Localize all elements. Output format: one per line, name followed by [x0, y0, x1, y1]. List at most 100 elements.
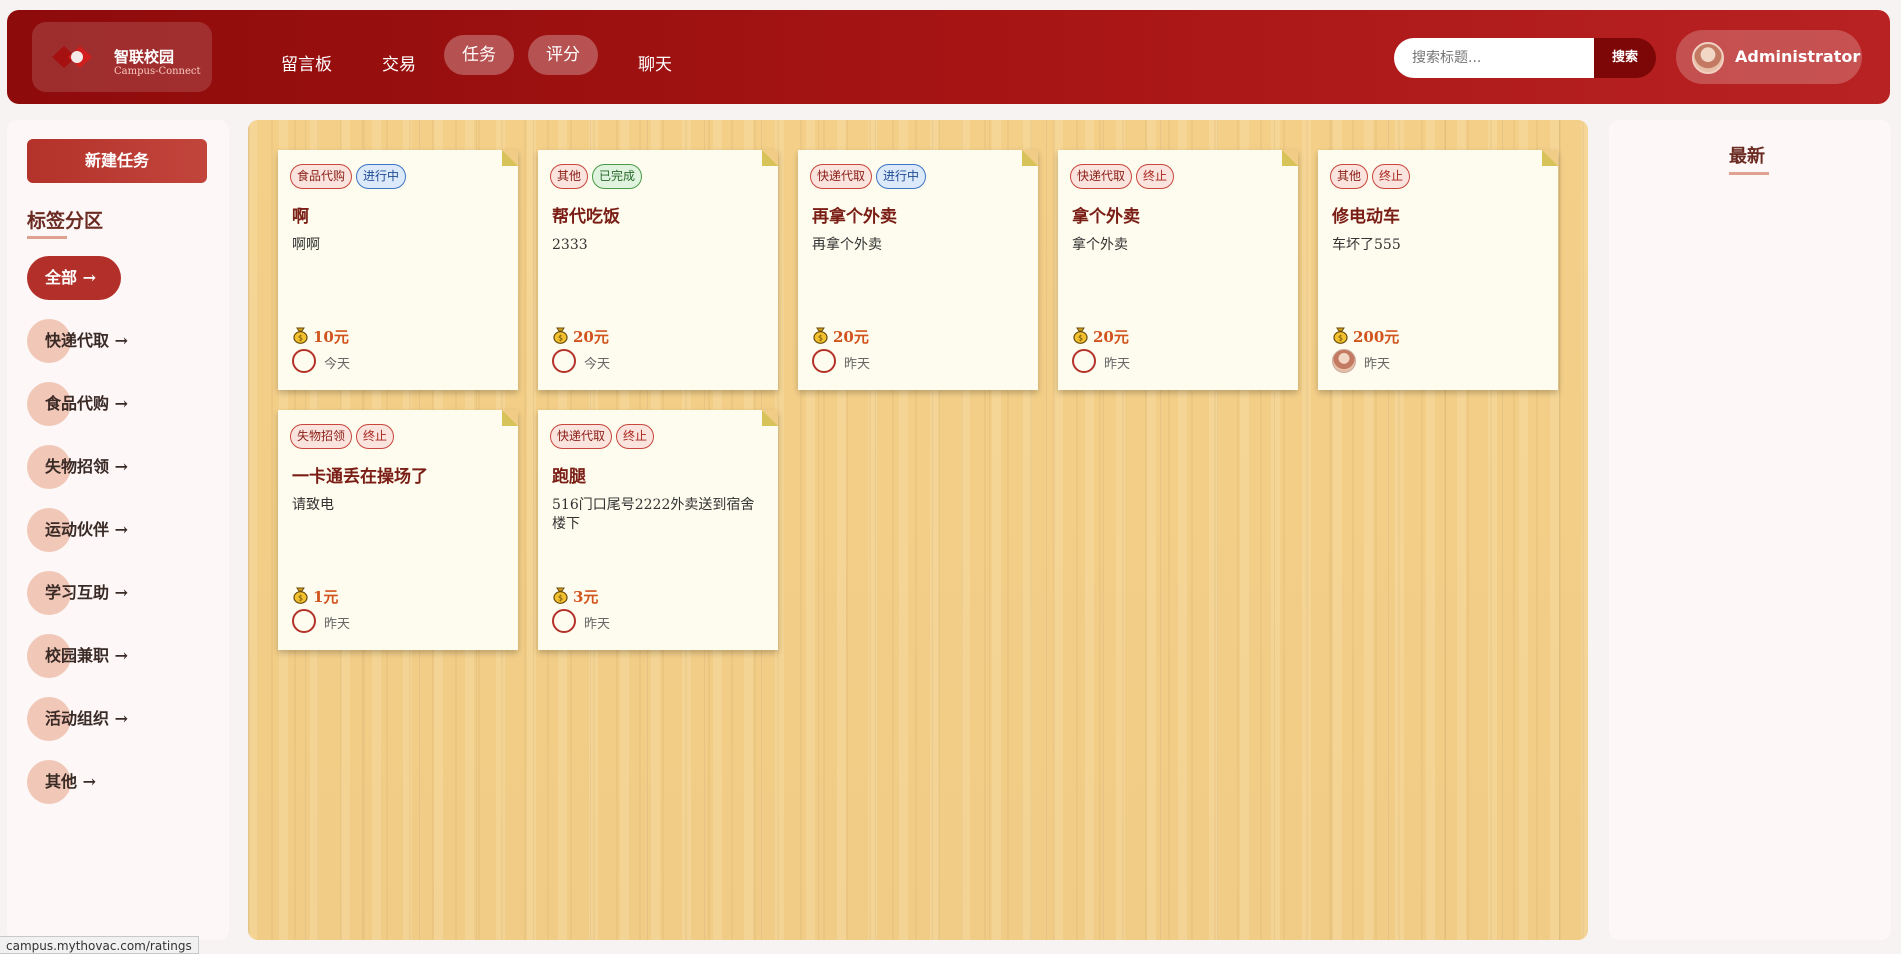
avatar[interactable]: [552, 349, 576, 373]
note-corner: [502, 410, 518, 426]
category-chip: 失物招领: [290, 424, 353, 449]
search-input[interactable]: [1394, 38, 1594, 78]
latest-title-underline: [1729, 172, 1769, 175]
task-description: 2333: [552, 237, 588, 253]
money-bag-icon: $: [1333, 327, 1348, 344]
task-board: 食品代购 进行中啊啊啊 $10元 今天 其他 已完成 帮代吃饭 2333 $20元 今天 快递代取进…: [248, 120, 1588, 940]
tag-label: 活动组织 →: [45, 709, 128, 728]
task-description: 车坏了555: [1332, 237, 1401, 253]
tag-label: 学习互助 →: [45, 583, 128, 602]
status-chip: 终止: [356, 424, 395, 449]
note-corner: [762, 410, 778, 426]
task-title: 修电动车: [1332, 207, 1400, 227]
logo-title: 智联校园: [114, 48, 175, 66]
sidebar: 新建任务 标签分区 全部 → 快递代取 → 食品代购 → 失物招领 → 运动伙伴…: [7, 120, 229, 940]
task-card[interactable]: 快递代取 进行中 再拿个外卖 再拿个外卖 $20元 昨天: [798, 150, 1038, 390]
money-bag-icon: $: [293, 587, 308, 604]
task-title: 再拿个外卖: [812, 207, 897, 227]
svg-text:$: $: [558, 334, 563, 343]
latest-title: 最新: [1729, 146, 1765, 167]
tag-sports[interactable]: 运动伙伴 →: [27, 508, 128, 552]
avatar[interactable]: [292, 609, 316, 633]
task-time: 今天: [324, 357, 351, 372]
task-title: 拿个外卖: [1072, 207, 1140, 227]
user-menu[interactable]: Administrator: [1676, 30, 1862, 84]
tag-study[interactable]: 学习互助 →: [27, 571, 128, 615]
category-chip: 食品代购: [290, 164, 353, 189]
search-button[interactable]: 搜索: [1594, 38, 1656, 78]
tag-part-time[interactable]: 校园兼职 →: [27, 634, 128, 678]
tag-other[interactable]: 其他 →: [27, 760, 96, 804]
tag-food[interactable]: 食品代购 →: [27, 382, 128, 426]
avatar[interactable]: [812, 349, 836, 373]
avatar[interactable]: [1072, 349, 1096, 373]
task-time: 今天: [584, 357, 611, 372]
logo-icon: [52, 46, 92, 68]
task-reward: 20元: [573, 328, 609, 346]
category-chip: 快递代取: [1070, 164, 1133, 189]
category-chip: 其他: [1330, 164, 1369, 189]
note-corner: [502, 150, 518, 166]
task-card[interactable]: 其他 已完成 帮代吃饭 2333 $20元 今天: [538, 150, 778, 390]
task-title: 啊: [292, 207, 309, 227]
nav-chat[interactable]: 聊天: [620, 45, 690, 85]
category-chip: 其他: [550, 164, 589, 189]
task-description: 516门口尾号2222外卖送到宿舍楼下: [552, 497, 755, 532]
svg-text:$: $: [298, 334, 303, 343]
task-time: 昨天: [1104, 357, 1131, 372]
avatar[interactable]: [292, 349, 316, 373]
nav-ratings[interactable]: 评分: [528, 35, 598, 75]
status-url: campus.mythovac.com/ratings: [0, 936, 199, 954]
tag-label: 校园兼职 →: [45, 646, 128, 665]
note-corner: [1282, 150, 1298, 166]
nav-trade[interactable]: 交易: [364, 45, 434, 85]
task-title: 一卡通丢在操场了: [292, 467, 428, 487]
task-description: 再拿个外卖: [812, 237, 882, 253]
status-chip: 进行中: [876, 164, 927, 189]
note-corner: [1022, 150, 1038, 166]
task-time: 昨天: [1364, 357, 1391, 372]
new-task-button[interactable]: 新建任务: [27, 139, 207, 183]
status-chip: 终止: [1372, 164, 1411, 189]
sidebar-title: 标签分区: [27, 210, 104, 232]
nav-message-board[interactable]: 留言板: [263, 45, 350, 85]
tag-label: 其他 →: [45, 772, 96, 791]
avatar: [1692, 42, 1724, 74]
category-chip: 快递代取: [550, 424, 613, 449]
category-chip: 快递代取: [810, 164, 873, 189]
task-reward: 1元: [313, 588, 339, 606]
tag-lost-found[interactable]: 失物招领 →: [27, 445, 128, 489]
status-chip: 终止: [616, 424, 655, 449]
task-time: 昨天: [844, 357, 871, 372]
money-bag-icon: $: [1073, 327, 1088, 344]
task-title: 帮代吃饭: [552, 207, 620, 227]
task-card[interactable]: 食品代购 进行中啊啊啊 $10元 今天: [278, 150, 518, 390]
svg-text:$: $: [1078, 334, 1083, 343]
status-chip: 终止: [1136, 164, 1175, 189]
note-corner: [1542, 150, 1558, 166]
task-card[interactable]: 失物招领 终止 一卡通丢在操场了 请致电 $1元 昨天: [278, 410, 518, 650]
avatar[interactable]: [552, 609, 576, 633]
money-bag-icon: $: [293, 327, 308, 344]
user-name: Administrator: [1735, 47, 1861, 66]
tag-label: 失物招领 →: [45, 457, 128, 476]
tag-events[interactable]: 活动组织 →: [27, 697, 128, 741]
money-bag-icon: $: [553, 587, 568, 604]
tag-all[interactable]: 全部 →: [27, 256, 121, 300]
task-card[interactable]: 其他 终止修电动车车坏了555 $200元昨天: [1318, 150, 1558, 390]
task-reward: 10元: [313, 328, 349, 346]
tag-label: 快递代取 →: [45, 331, 128, 350]
task-card[interactable]: 快递代取 终止 拿个外卖 拿个外卖 $20元 昨天: [1058, 150, 1298, 390]
sidebar-title-underline: [27, 236, 67, 239]
logo[interactable]: 智联校园 Campus-Connect: [32, 22, 212, 92]
tag-label: 食品代购 →: [45, 394, 128, 413]
avatar[interactable]: [1332, 349, 1356, 373]
tag-express[interactable]: 快递代取 →: [27, 319, 128, 363]
svg-text:$: $: [1338, 334, 1343, 343]
task-reward: 200元: [1353, 328, 1400, 346]
svg-text:$: $: [558, 594, 563, 603]
task-card[interactable]: 快递代取 终止 跑腿 516门口尾号2222外卖送到宿舍楼下 $3元 昨天: [538, 410, 778, 650]
nav-tasks[interactable]: 任务: [444, 35, 514, 75]
task-description: 啊啊: [292, 237, 320, 253]
task-time: 昨天: [584, 617, 611, 632]
